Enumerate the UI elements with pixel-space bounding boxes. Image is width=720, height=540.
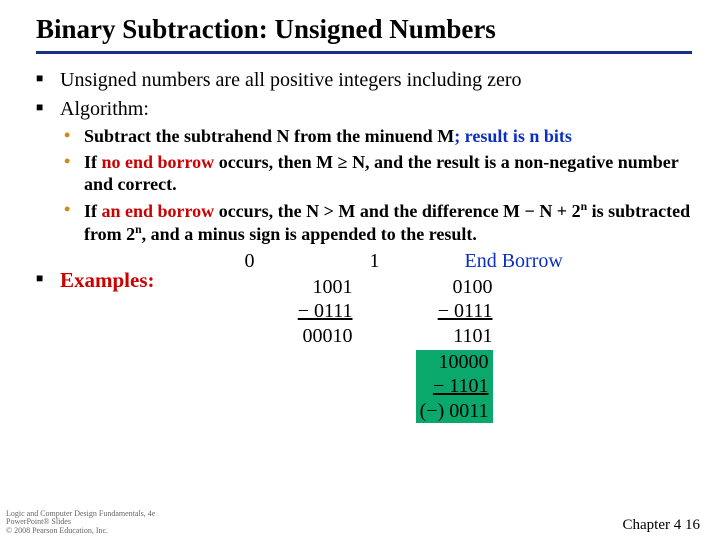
example-col-1: 1001 − 0111 00010	[243, 275, 353, 423]
end-borrow-label: End Borrow	[465, 250, 563, 273]
no-end-borrow: no end borrow	[102, 152, 215, 172]
text: If	[84, 201, 102, 221]
subtrahend: − 0111	[243, 299, 353, 323]
ge-symbol: ≥	[338, 152, 348, 172]
an-end-borrow: an end borrow	[102, 201, 215, 221]
text: If	[84, 152, 102, 172]
bullet-examples: Examples:	[36, 268, 155, 293]
two-n: 10000	[420, 350, 489, 374]
credit-line: © 2008 Pearson Education, Inc.	[6, 527, 155, 536]
slide-title: Binary Subtraction: Unsigned Numbers	[36, 14, 692, 45]
page-footer: Chapter 4 16	[623, 517, 700, 534]
bullet-algorithm: Algorithm:	[36, 97, 692, 122]
text: occurs, the N > M and the difference M	[214, 201, 524, 221]
correction-box: 10000 − 1101 (−) 0011	[416, 350, 493, 423]
text: , and a minus sign is appended to the re…	[142, 224, 477, 244]
minus: −	[525, 201, 535, 221]
label-1: 1	[305, 250, 445, 273]
example-col-2: 0100 − 0111 1101 10000 − 1101 (−) 0011	[383, 275, 493, 423]
result-bits: ; result is n bits	[454, 126, 572, 146]
result: 00010	[243, 324, 353, 348]
final-result: (−) 0011	[420, 399, 489, 423]
subbullet-subtract: Subtract the subtrahend N from the minue…	[64, 126, 692, 148]
title-rule	[36, 51, 692, 54]
intermediate: 1101	[383, 324, 493, 348]
bullet-unsigned-def: Unsigned numbers are all positive intege…	[36, 68, 692, 93]
correction-sub: − 1101	[420, 374, 489, 398]
subbullet-end-borrow: If an end borrow occurs, the N > M and t…	[64, 200, 692, 246]
text: N + 2	[535, 201, 581, 221]
subbullet-no-end-borrow: If no end borrow occurs, then M ≥ N, and…	[64, 152, 692, 196]
text: occurs, then M	[214, 152, 337, 172]
text: Subtract the subtrahend N from the minue…	[84, 126, 454, 146]
subtrahend: − 0111	[383, 299, 493, 323]
minuend: 0100	[383, 275, 493, 299]
minuend: 1001	[243, 275, 353, 299]
examples-text: Examples:	[60, 268, 155, 292]
label-0: 0	[195, 250, 305, 273]
copyright-credit: Logic and Computer Design Fundamentals, …	[6, 510, 155, 536]
carry-labels: 0 1 End Borrow	[195, 250, 563, 273]
